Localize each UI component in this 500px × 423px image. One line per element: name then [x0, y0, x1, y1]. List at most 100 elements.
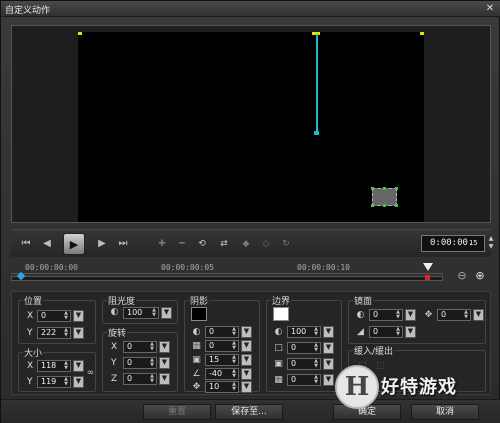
shadow-group: 阴影 ◐ 0 ▲ ▼ ▼ ▦ 0 ▲ ▼ ▼ ▣ 15 ▲ ▼ ▼ ∠ -40 ▲ ▼ ▼ ✥ …	[184, 294, 260, 393]
timeline-track[interactable]	[11, 276, 443, 281]
resize-handle[interactable]	[383, 187, 386, 190]
dropdown-button[interactable]: ▼	[241, 381, 252, 393]
reset-button[interactable]: 重置	[143, 404, 211, 420]
timeline-ruler[interactable]: 00:00:00:00 00:00:00:05 00:00:00:10 ⊖ ⊕	[11, 259, 485, 289]
dropdown-button[interactable]: ▼	[73, 327, 84, 339]
preview-stage[interactable]	[78, 32, 424, 222]
rotation-x-input[interactable]: 0 ▲ ▼	[123, 341, 157, 353]
dropdown-button[interactable]: ▼	[73, 360, 84, 372]
move-right-icon[interactable]: ◇	[257, 236, 275, 252]
dropdown-button[interactable]: ▼	[323, 374, 334, 386]
reverse-path-icon[interactable]: ⟲	[193, 236, 211, 252]
zoom-in-icon[interactable]: ⊕	[473, 269, 487, 283]
go-to-end-icon[interactable]: ⏭	[114, 235, 132, 253]
border-opacity-input[interactable]: 100 ▲ ▼	[287, 326, 321, 338]
resize-handle[interactable]	[371, 204, 374, 207]
resize-handle[interactable]	[395, 187, 398, 190]
rotation-y-input[interactable]: 0 ▲ ▼	[123, 357, 157, 369]
previous-frame-icon[interactable]: ◀	[38, 235, 56, 253]
spin-arrows-icon[interactable]: ▲ ▼	[63, 311, 69, 321]
border-group: 边界 ◐ 100 ▲ ▼ ▼ □ 0 ▲ ▼ ▼ ▣ 0 ▲ ▼ ▼ ▦ 0 ▲ ▼ ▼	[266, 294, 342, 392]
spin-arrows-icon[interactable]: ▲ ▼	[149, 374, 155, 384]
border-blur-input[interactable]: 0 ▲ ▼	[287, 358, 321, 370]
spin-arrows-icon[interactable]: ▲ ▼	[63, 361, 69, 371]
dropdown-button[interactable]: ▼	[161, 307, 172, 319]
play-button[interactable]: ▶	[63, 233, 85, 255]
spin-arrows-icon[interactable]: ▲ ▼	[63, 328, 69, 338]
border-width-input[interactable]: 0 ▲ ▼	[287, 342, 321, 354]
swap-icon[interactable]: ⇄	[215, 236, 233, 252]
spin-arrows-icon[interactable]: ▲ ▼	[149, 358, 155, 368]
rotation-z-input[interactable]: 0 ▲ ▼	[123, 373, 157, 385]
timecode-stepper[interactable]: ▲ ▼	[487, 235, 495, 252]
close-icon[interactable]: ✕	[483, 2, 497, 15]
current-keyframe[interactable]	[425, 275, 430, 280]
spin-arrows-icon[interactable]: ▲ ▼	[313, 327, 319, 337]
dropdown-button[interactable]: ▼	[323, 342, 334, 354]
shadow-offset-input[interactable]: 10 ▲ ▼	[205, 381, 239, 393]
rotation-group: 旋转 X 0 ▲ ▼ ▼ Y 0 ▲ ▼ ▼ Z 0 ▲ ▼ ▼	[102, 326, 178, 392]
spin-arrows-icon[interactable]: ▲ ▼	[231, 355, 237, 365]
resize-handle[interactable]	[395, 204, 398, 207]
remove-keyframe-icon[interactable]: ━	[173, 236, 191, 252]
position-y-input[interactable]: 222 ▲ ▼	[37, 327, 71, 339]
zoom-out-icon[interactable]: ⊖	[455, 269, 469, 283]
mirror-gap-input[interactable]: 0 ▲ ▼	[369, 326, 403, 338]
spin-arrows-icon[interactable]: ▲ ▼	[313, 343, 319, 353]
spin-arrows-icon[interactable]: ▲ ▼	[63, 377, 69, 387]
resize-handle[interactable]	[371, 187, 374, 190]
position-x-input[interactable]: 0 ▲ ▼	[37, 310, 71, 322]
dropdown-button[interactable]: ▼	[405, 309, 416, 321]
mirror-opacity-input[interactable]: 0 ▲ ▼	[369, 309, 403, 321]
size-y-input[interactable]: 119 ▲ ▼	[37, 376, 71, 388]
save-to-button[interactable]: 保存至...	[215, 404, 283, 420]
dropdown-button[interactable]: ▼	[405, 326, 416, 338]
dropdown-button[interactable]: ▼	[73, 376, 84, 388]
spin-arrows-icon[interactable]: ▲ ▼	[231, 382, 237, 392]
spin-arrows-icon[interactable]: ▲ ▼	[149, 342, 155, 352]
next-frame-icon[interactable]: ▶	[93, 235, 111, 253]
dropdown-button[interactable]: ▼	[159, 341, 170, 353]
spin-arrows-icon[interactable]: ▲ ▼	[231, 327, 237, 337]
go-to-start-icon[interactable]: ⏮	[17, 235, 35, 253]
size-group: 大小 X 118 ▲ ▼ ▼ Y 119 ▲ ▼ ▼ ∞	[18, 346, 96, 392]
playhead-cursor[interactable]	[423, 263, 433, 271]
move-left-icon[interactable]: ◆	[237, 236, 255, 252]
size-x-input[interactable]: 118 ▲ ▼	[37, 360, 71, 372]
dropdown-button[interactable]: ▼	[323, 358, 334, 370]
shadow-angle-input[interactable]: -40 ▲ ▼	[205, 368, 239, 380]
add-keyframe-icon[interactable]: ✚	[153, 236, 171, 252]
dropdown-button[interactable]: ▼	[241, 326, 252, 338]
spin-arrows-icon[interactable]: ▲ ▼	[231, 369, 237, 379]
spin-arrows-icon[interactable]: ▲ ▼	[463, 310, 469, 320]
spin-arrows-icon[interactable]: ▲ ▼	[395, 310, 401, 320]
dropdown-button[interactable]: ▼	[473, 309, 484, 321]
shadow-distance-input[interactable]: 15 ▲ ▼	[205, 354, 239, 366]
selected-object[interactable]	[371, 187, 398, 207]
shadow-opacity-input[interactable]: 0 ▲ ▼	[205, 326, 239, 338]
resize-handle[interactable]	[383, 204, 386, 207]
shadow-blur-input[interactable]: 0 ▲ ▼	[205, 340, 239, 352]
dropdown-button[interactable]: ▼	[323, 326, 334, 338]
dropdown-button[interactable]: ▼	[73, 310, 84, 322]
mirror-move-input[interactable]: 0 ▲ ▼	[437, 309, 471, 321]
border-softness-input[interactable]: 0 ▲ ▼	[287, 374, 321, 386]
next-keyframe-icon[interactable]: ↻	[277, 236, 295, 252]
transport-bar: ⏮ ◀ ▶ ▶ ⏭ ✚ ━ ⟲ ⇄ ◆ ◇ ↻ 0:00:00. 15 ▲ ▼	[11, 229, 493, 257]
path-end-point[interactable]	[314, 131, 319, 135]
spin-arrows-icon[interactable]: ▲ ▼	[151, 308, 157, 318]
spin-arrows-icon[interactable]: ▲ ▼	[231, 341, 237, 351]
opacity-input[interactable]: 100 ▲ ▼	[123, 307, 159, 319]
dropdown-button[interactable]: ▼	[241, 340, 252, 352]
dropdown-button[interactable]: ▼	[241, 368, 252, 380]
border-color-swatch[interactable]	[273, 307, 289, 321]
spin-arrows-icon[interactable]: ▲ ▼	[313, 375, 319, 385]
link-aspect-icon[interactable]: ∞	[85, 368, 96, 379]
timecode-display[interactable]: 0:00:00. 15	[421, 235, 485, 252]
spin-arrows-icon[interactable]: ▲ ▼	[313, 359, 319, 369]
dropdown-button[interactable]: ▼	[241, 354, 252, 366]
spin-arrows-icon[interactable]: ▲ ▼	[395, 327, 401, 337]
dropdown-button[interactable]: ▼	[159, 373, 170, 385]
shadow-color-swatch[interactable]	[191, 307, 207, 321]
dropdown-button[interactable]: ▼	[159, 357, 170, 369]
